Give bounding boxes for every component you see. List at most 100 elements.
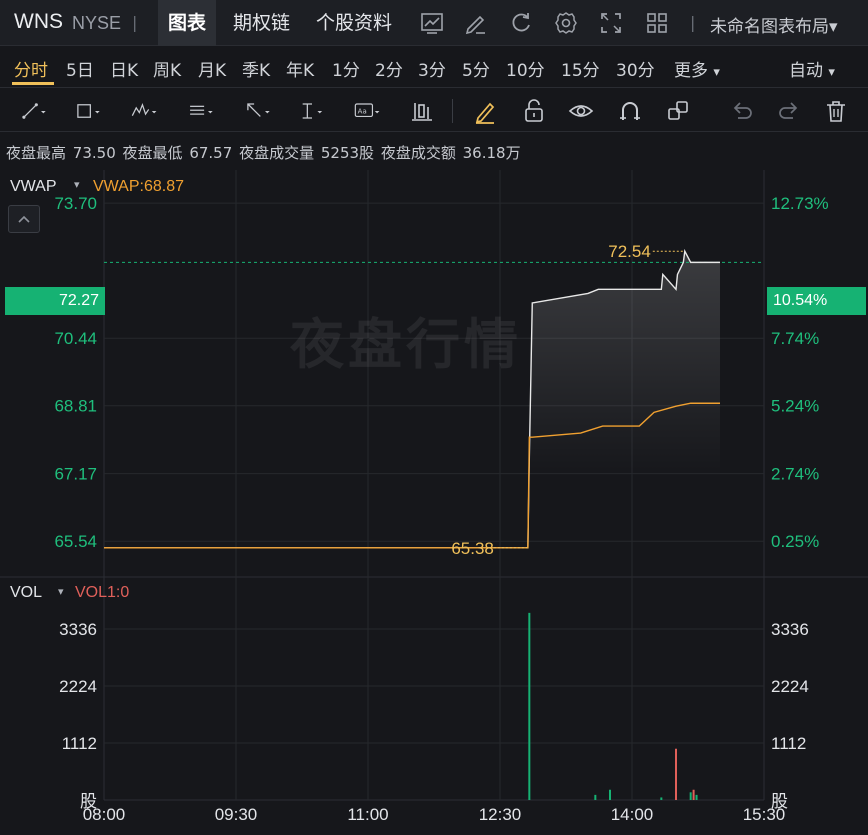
layout-selector[interactable]: 未命名图表布局▾ xyxy=(710,12,838,37)
night-volume-label: 夜盘成交量 xyxy=(239,144,315,162)
y-tick-label-right: 2.74% xyxy=(771,465,819,484)
ticker-symbol: WNS xyxy=(14,10,63,33)
edit-icon[interactable] xyxy=(462,9,490,37)
arrow-tool-icon[interactable] xyxy=(244,97,272,125)
y-tick-label-left: 70.44 xyxy=(54,329,97,348)
chevron-down-icon[interactable]: ▾ xyxy=(74,178,80,191)
period-5min[interactable]: 5分 xyxy=(462,56,490,81)
chart-grid xyxy=(0,170,868,801)
volume-indicator-name[interactable]: VOL xyxy=(10,584,42,602)
magnet-icon[interactable] xyxy=(616,97,644,125)
trendline-tool-icon[interactable] xyxy=(20,97,48,125)
exchange-label: NYSE xyxy=(72,13,122,33)
volume-bar xyxy=(528,612,531,800)
chart-indicator-icon[interactable] xyxy=(418,9,446,37)
current-change-badge: 10.54% xyxy=(767,287,866,315)
brush-icon[interactable] xyxy=(471,97,499,125)
y-tick-label-left: 67.17 xyxy=(54,465,97,484)
price-chart: 72.54 65.38 xyxy=(104,242,764,558)
period-daily[interactable]: 日K xyxy=(110,56,138,81)
measure-tool-icon[interactable] xyxy=(298,97,326,125)
chevron-down-icon: ▾ xyxy=(828,65,835,80)
pattern-tool-icon[interactable] xyxy=(130,97,158,125)
chart-canvas[interactable]: 72.54 65.38 73.70 12.73% 70.44 7.74% 68.81 5.2… xyxy=(0,170,868,835)
layers-icon[interactable] xyxy=(664,97,692,125)
y-tick-label-right: 7.74% xyxy=(771,329,819,348)
vol-y-tick-label-right: 1112 xyxy=(771,734,806,753)
y-tick-label-right: 0.25% xyxy=(771,532,819,551)
toolbar-divider xyxy=(452,99,453,123)
night-low-label: 夜盘最低 xyxy=(122,144,183,162)
y-tick-label-left: 68.81 xyxy=(54,397,97,416)
top-bar: WNS NYSE | 图表 期权链 个股资料 | 未命名图表布局▾ xyxy=(0,0,868,46)
undo-icon[interactable] xyxy=(728,97,756,125)
period-yearly[interactable]: 年K xyxy=(286,56,314,81)
volume-bar xyxy=(689,792,692,800)
volume-indicator-value: VOL1:0 xyxy=(75,584,130,601)
period-quarterly[interactable]: 季K xyxy=(242,56,270,81)
refresh-icon[interactable] xyxy=(507,9,535,37)
period-15min[interactable]: 15分 xyxy=(561,56,600,81)
settings-icon[interactable] xyxy=(552,9,580,37)
period-intraday[interactable]: 分时 xyxy=(14,56,48,81)
period-weekly[interactable]: 周K xyxy=(153,56,181,81)
night-amount-value: 36.18万 xyxy=(462,144,521,162)
layout-name: 未命名图表布局 xyxy=(710,17,829,37)
header-separator: | xyxy=(132,13,138,32)
fullscreen-icon[interactable] xyxy=(597,9,625,37)
tab-stock-profile[interactable]: 个股资料 xyxy=(306,0,402,46)
grid-layout-icon[interactable] xyxy=(643,9,671,37)
vwap-indicator-name[interactable]: VWAP xyxy=(10,178,57,196)
period-1min[interactable]: 1分 xyxy=(332,56,360,81)
low-marker-label: 65.38 xyxy=(451,539,494,558)
night-high-label: 夜盘最高 xyxy=(6,144,67,162)
y-tick-label-left: 65.54 xyxy=(54,532,97,551)
active-period-underline xyxy=(12,82,54,85)
vol-y-tick-label-left: 1112 xyxy=(62,734,97,753)
period-5d[interactable]: 5日 xyxy=(66,56,94,81)
high-marker-label: 72.54 xyxy=(608,242,651,261)
drawing-toolbar: Aa xyxy=(0,89,868,132)
period-bar: 分时 5日 日K 周K 月K 季K 年K 1分 2分 3分 5分 10分 15分… xyxy=(0,46,868,88)
vol-y-tick-label-left: 3336 xyxy=(59,620,97,639)
y-tick-label-right: 5.24% xyxy=(771,397,819,416)
chevron-down-icon: ▾ xyxy=(829,17,838,37)
rectangle-tool-icon[interactable] xyxy=(74,97,102,125)
y-tick-label-left: 73.70 xyxy=(54,194,97,213)
svg-text:Aa: Aa xyxy=(358,107,367,115)
eye-icon[interactable] xyxy=(567,97,595,125)
period-3min[interactable]: 3分 xyxy=(418,56,446,81)
tab-options-chain[interactable]: 期权链 xyxy=(223,0,300,46)
lock-icon[interactable] xyxy=(520,97,548,125)
x-tick-label: 15:30 xyxy=(743,805,786,824)
night-high-value: 73.50 xyxy=(72,144,116,162)
period-10min[interactable]: 10分 xyxy=(506,56,545,81)
period-30min[interactable]: 30分 xyxy=(616,56,655,81)
auto-scale-label: 自动 xyxy=(789,61,823,81)
volume-chart xyxy=(528,612,698,800)
x-tick-label: 11:00 xyxy=(347,805,388,824)
trash-icon[interactable] xyxy=(822,97,850,125)
vol-y-tick-label-right: 3336 xyxy=(771,620,809,639)
auto-scale-selector[interactable]: 自动 ▾ xyxy=(789,56,835,81)
chevron-down-icon[interactable]: ▾ xyxy=(58,585,64,598)
collapse-indicator-button[interactable] xyxy=(8,205,40,233)
annotation-tool-icon[interactable]: Aa xyxy=(353,97,381,125)
period-2min[interactable]: 2分 xyxy=(375,56,403,81)
night-low-value: 67.57 xyxy=(189,144,233,162)
volume-bar xyxy=(695,794,698,800)
period-monthly[interactable]: 月K xyxy=(198,56,226,81)
price-area-fill xyxy=(529,251,720,478)
vol-y-tick-label-left: 2224 xyxy=(59,677,97,696)
redo-icon[interactable] xyxy=(775,97,803,125)
night-session-stats: 夜盘最高 73.50 夜盘最低 67.57 夜盘成交量 5253股 夜盘成交额 … xyxy=(6,142,523,163)
tab-chart[interactable]: 图表 xyxy=(158,0,217,46)
candle-tool-icon[interactable] xyxy=(408,97,436,125)
vwap-indicator-value: VWAP:68.87 xyxy=(93,178,185,195)
text-list-tool-icon[interactable] xyxy=(187,97,215,125)
period-more-label: 更多 xyxy=(674,61,708,81)
period-more[interactable]: 更多 ▾ xyxy=(674,56,720,81)
chevron-up-icon xyxy=(18,215,30,223)
volume-bar xyxy=(692,789,695,800)
volume-bar xyxy=(660,797,663,800)
